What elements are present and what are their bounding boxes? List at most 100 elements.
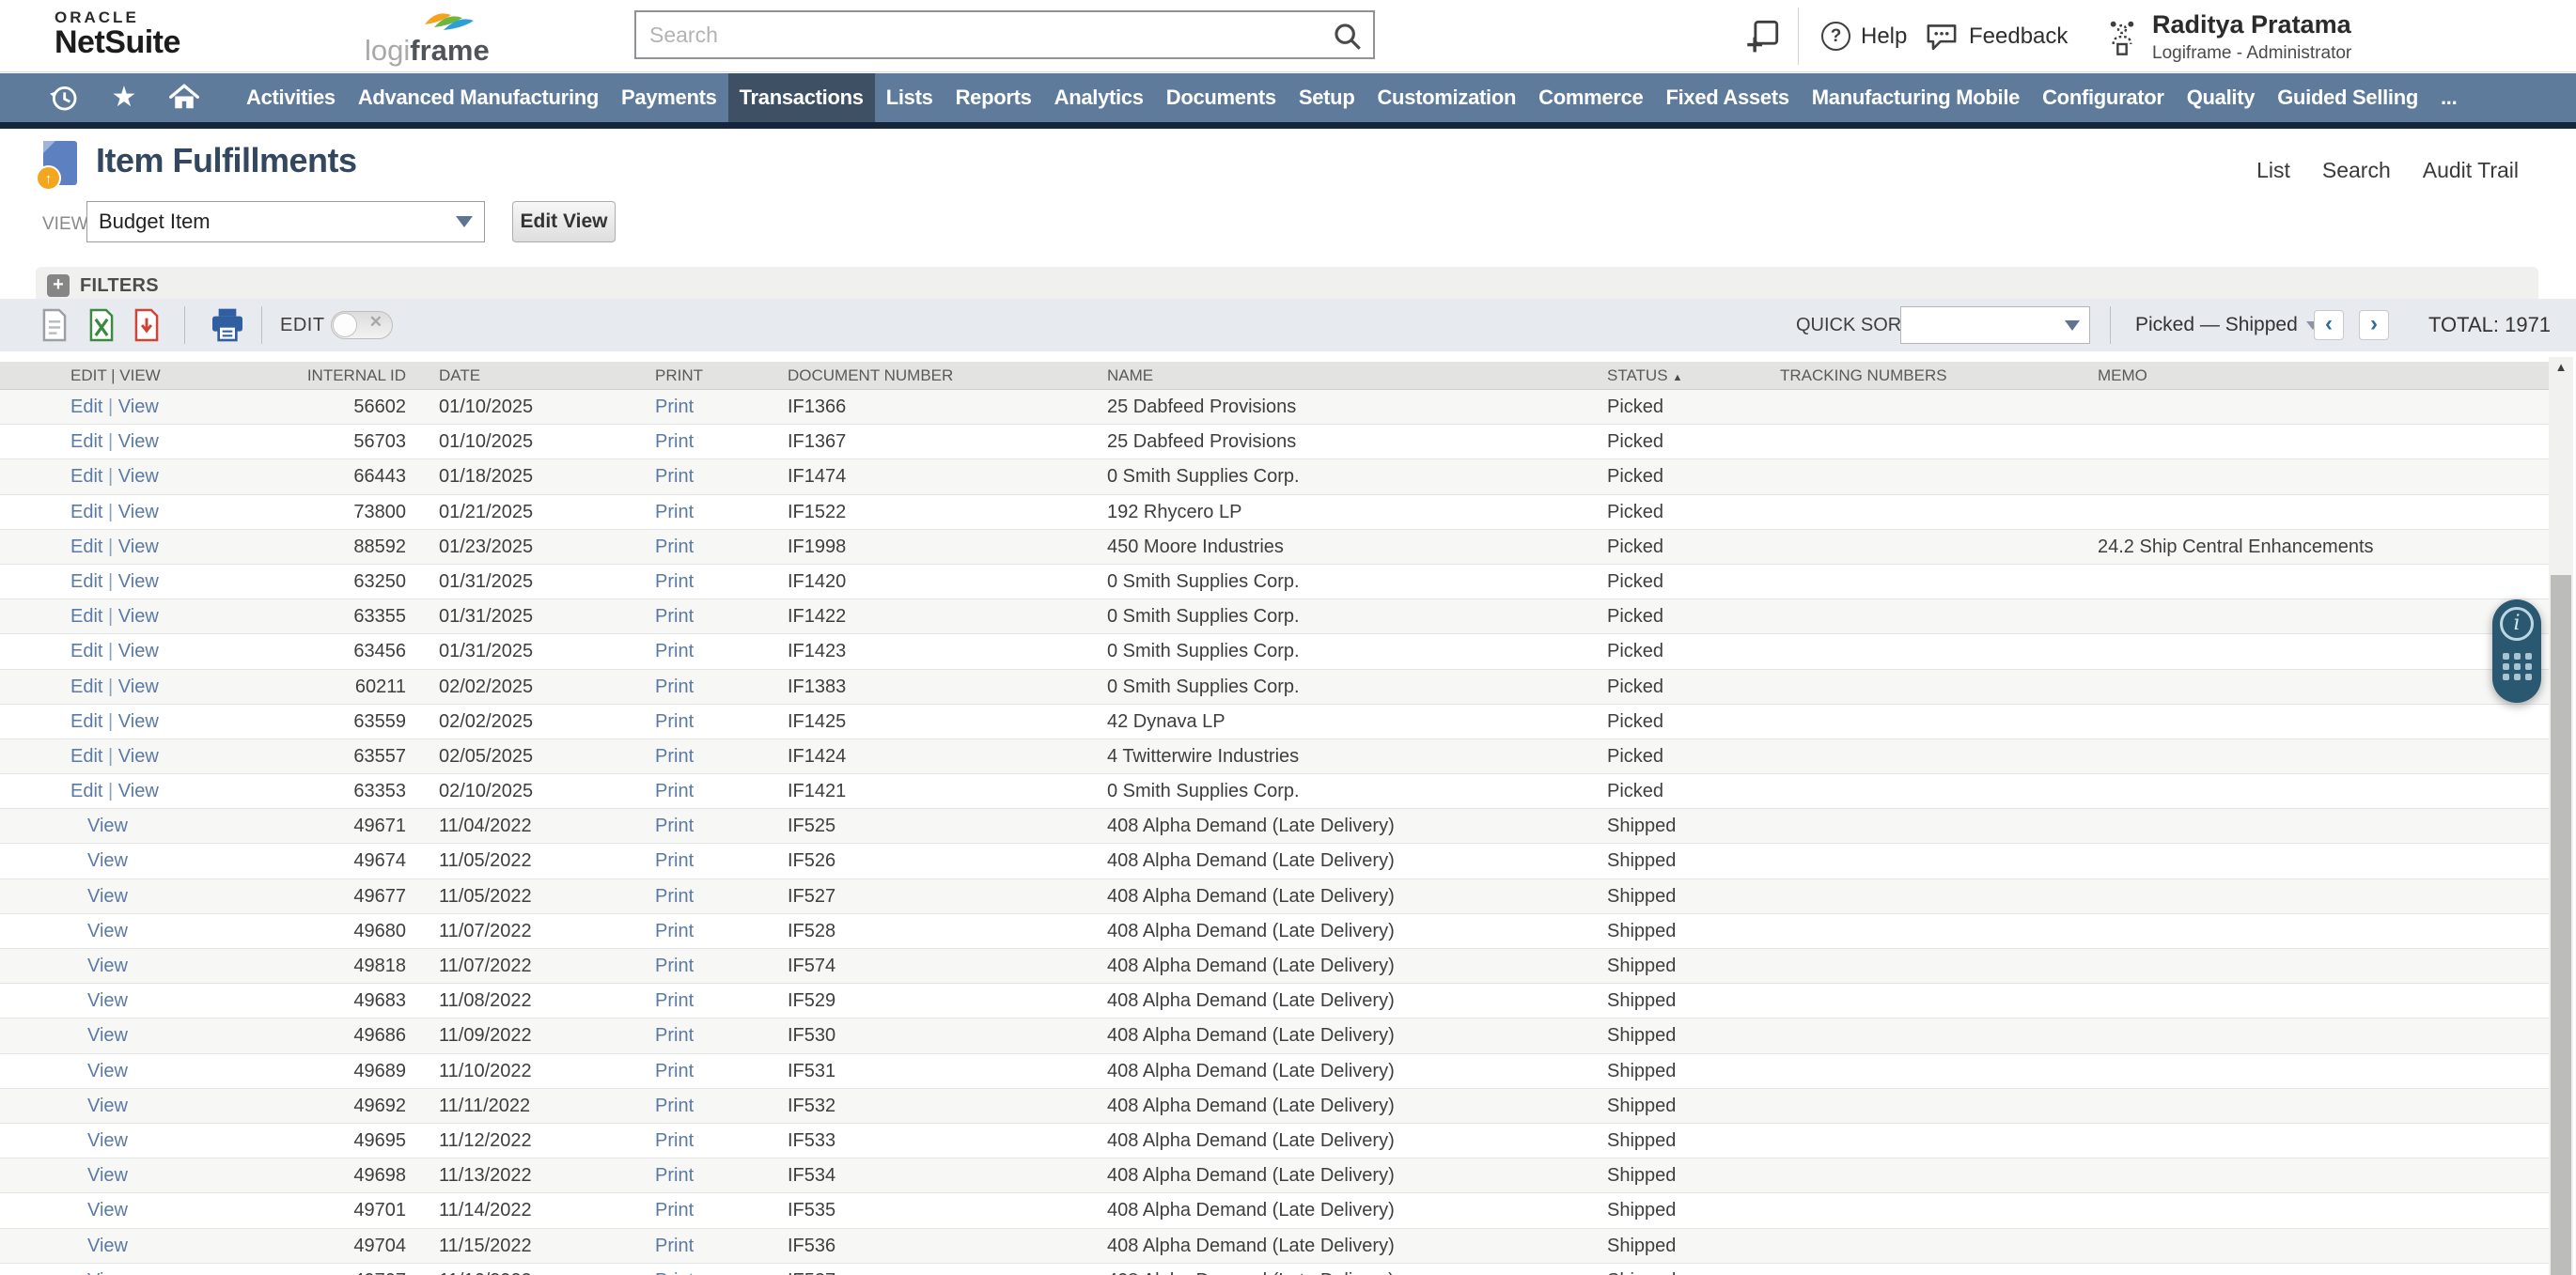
edit-link[interactable]: Edit	[70, 746, 102, 767]
nav-item-guided-selling[interactable]: Guided Selling	[2266, 73, 2429, 122]
nav-item-manufacturing-mobile[interactable]: Manufacturing Mobile	[1801, 73, 2031, 122]
list-link[interactable]: List	[2256, 158, 2290, 183]
print-link[interactable]: Print	[655, 466, 694, 487]
nav-item-advanced-manufacturing[interactable]: Advanced Manufacturing	[347, 73, 610, 122]
column-header-status[interactable]: STATUS ▲	[1607, 362, 1762, 392]
print-link[interactable]: Print	[655, 1061, 694, 1081]
view-link[interactable]: View	[87, 1165, 128, 1186]
edit-link[interactable]: Edit	[70, 396, 102, 417]
view-link[interactable]: View	[118, 711, 159, 732]
search-icon[interactable]	[1332, 21, 1364, 53]
nav-item-fixed-assets[interactable]: Fixed Assets	[1654, 73, 1800, 122]
audit-trail-link[interactable]: Audit Trail	[2423, 158, 2519, 183]
edit-link[interactable]: Edit	[70, 536, 102, 557]
print-link[interactable]: Print	[655, 746, 694, 767]
print-link[interactable]: Print	[655, 816, 694, 836]
view-link[interactable]: View	[87, 990, 128, 1011]
print-link[interactable]: Print	[655, 921, 694, 941]
nav-item-analytics[interactable]: Analytics	[1043, 73, 1155, 122]
scrollbar-thumb[interactable]	[2551, 575, 2571, 1275]
view-link[interactable]: View	[118, 781, 159, 801]
edit-link[interactable]: Edit	[70, 781, 102, 801]
recent-records-button[interactable]	[34, 73, 94, 122]
edit-link[interactable]: Edit	[70, 466, 102, 487]
quick-sort-select[interactable]	[1900, 306, 2090, 344]
print-link[interactable]: Print	[655, 781, 694, 801]
view-link[interactable]: View	[87, 956, 128, 976]
edit-toggle[interactable]: ✕	[331, 311, 393, 339]
print-link[interactable]: Print	[655, 1025, 694, 1046]
view-link[interactable]: View	[87, 1236, 128, 1256]
view-link[interactable]: View	[118, 431, 159, 452]
shortcuts-button[interactable]: ★	[94, 73, 154, 122]
edit-link[interactable]: Edit	[70, 641, 102, 661]
search-input[interactable]	[636, 12, 1309, 57]
grid-dots-icon[interactable]	[2503, 653, 2533, 680]
nav-item-more[interactable]: ...	[2429, 73, 2468, 122]
view-link[interactable]: View	[118, 746, 159, 767]
column-header-tracking[interactable]: TRACKING NUMBERS	[1780, 362, 2071, 389]
column-header-doc[interactable]: DOCUMENT NUMBER	[788, 362, 1060, 389]
view-link[interactable]: View	[87, 1270, 128, 1275]
view-link[interactable]: View	[118, 466, 159, 487]
view-link[interactable]: View	[87, 1096, 128, 1116]
export-pdf-button[interactable]	[132, 307, 162, 348]
roles-button[interactable]	[2103, 0, 2141, 72]
scroll-up-arrow-icon[interactable]: ▲	[2549, 360, 2573, 374]
edit-link[interactable]: Edit	[70, 502, 102, 522]
edit-link[interactable]: Edit	[70, 711, 102, 732]
column-header-id[interactable]: INTERNAL ID	[226, 362, 406, 389]
view-link[interactable]: View	[118, 536, 159, 557]
print-link[interactable]: Print	[655, 571, 694, 592]
nav-item-reports[interactable]: Reports	[945, 73, 1043, 122]
view-link[interactable]: View	[118, 676, 159, 697]
edit-link[interactable]: Edit	[70, 606, 102, 627]
print-link[interactable]: Print	[655, 956, 694, 976]
print-link[interactable]: Print	[655, 1096, 694, 1116]
view-link[interactable]: View	[87, 816, 128, 836]
nav-item-documents[interactable]: Documents	[1155, 73, 1288, 122]
print-link[interactable]: Print	[655, 641, 694, 661]
view-select[interactable]: Budget Item	[86, 201, 485, 242]
nav-item-commerce[interactable]: Commerce	[1527, 73, 1654, 122]
print-link[interactable]: Print	[655, 431, 694, 452]
vertical-scrollbar[interactable]: ▲	[2549, 357, 2573, 1275]
create-new-button[interactable]	[1743, 0, 1781, 72]
home-button[interactable]	[154, 73, 214, 122]
view-link[interactable]: View	[87, 850, 128, 871]
view-link[interactable]: View	[87, 1130, 128, 1151]
export-excel-button[interactable]	[86, 307, 117, 348]
print-link[interactable]: Print	[655, 1200, 694, 1221]
next-page-button[interactable]: ›	[2359, 310, 2389, 340]
column-header-print[interactable]: PRINT	[655, 362, 758, 389]
print-link[interactable]: Print	[655, 502, 694, 522]
user-menu[interactable]: Raditya Pratama Logiframe - Administrato…	[2152, 10, 2351, 64]
column-header-memo[interactable]: MEMO	[2098, 362, 2539, 389]
column-header-date[interactable]: DATE	[439, 362, 608, 389]
assistant-widget[interactable]: i	[2492, 599, 2541, 703]
view-link[interactable]: View	[118, 571, 159, 592]
print-link[interactable]: Print	[655, 606, 694, 627]
print-link[interactable]: Print	[655, 396, 694, 417]
print-link[interactable]: Print	[655, 536, 694, 557]
print-link[interactable]: Print	[655, 1270, 694, 1275]
oracle-netsuite-logo[interactable]: ORACLE NetSuite	[55, 8, 180, 61]
edit-link[interactable]: Edit	[70, 431, 102, 452]
print-link[interactable]: Print	[655, 1165, 694, 1186]
nav-item-customization[interactable]: Customization	[1366, 73, 1527, 122]
nav-item-setup[interactable]: Setup	[1288, 73, 1366, 122]
view-link[interactable]: View	[118, 396, 159, 417]
column-header-name[interactable]: NAME	[1107, 362, 1586, 389]
nav-item-quality[interactable]: Quality	[2176, 73, 2266, 122]
view-link[interactable]: View	[87, 1025, 128, 1046]
print-link[interactable]: Print	[655, 711, 694, 732]
nav-item-transactions[interactable]: Transactions	[727, 73, 875, 122]
nav-item-payments[interactable]: Payments	[610, 73, 728, 122]
info-icon[interactable]: i	[2500, 607, 2534, 641]
print-list-button[interactable]	[209, 306, 246, 349]
view-link[interactable]: View	[118, 641, 159, 661]
print-link[interactable]: Print	[655, 1236, 694, 1256]
help-button[interactable]: ? Help	[1821, 0, 1907, 72]
print-link[interactable]: Print	[655, 990, 694, 1011]
view-link[interactable]: View	[87, 921, 128, 941]
